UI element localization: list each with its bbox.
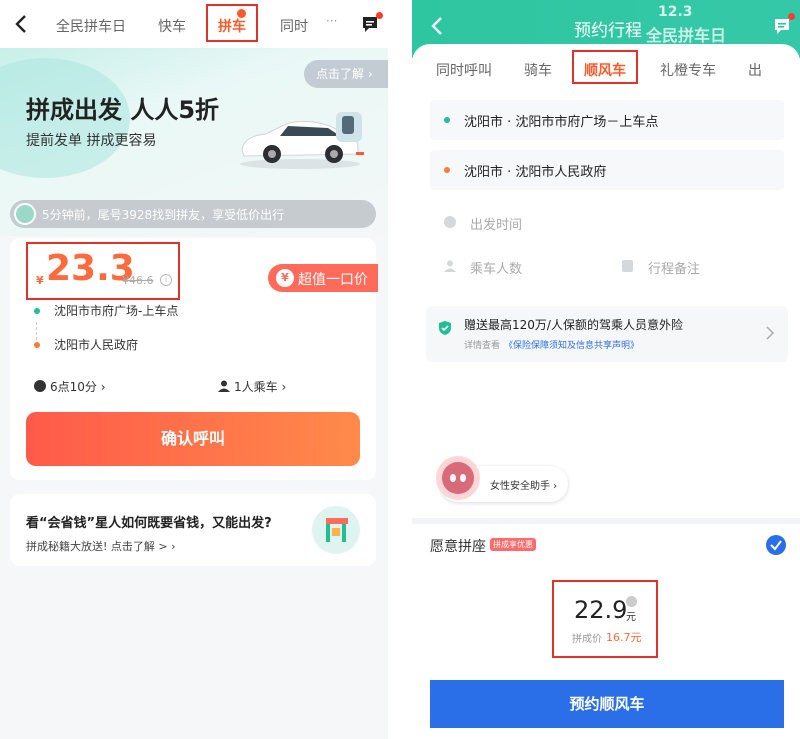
pickup-dot (34, 308, 40, 314)
note-icon (622, 260, 633, 272)
currency-symbol: ¥ (36, 274, 44, 287)
pooled-price-value: 16.7元 (606, 631, 642, 644)
price-unit: 元 (626, 612, 636, 623)
insurance-detail-label: 详情查看 (464, 341, 501, 351)
tab-express[interactable]: 快车 (158, 16, 186, 36)
person-icon (444, 260, 456, 272)
pickup-address: 沈阳市市府广场-上车点 (54, 304, 179, 318)
shield-icon (438, 320, 452, 336)
back-icon[interactable] (14, 14, 28, 34)
carpool-tag: 拼成享优惠 (490, 538, 536, 551)
pooled-price-label: 拼成价 (572, 634, 602, 645)
departure-time-field[interactable]: 出发时间 (470, 214, 522, 233)
destination-field[interactable]: 沈阳市 · 沈阳市人民政府 (430, 150, 784, 190)
dropoff-dot (34, 342, 40, 348)
trip-form: 沈阳市 · 沈阳市市府广场－上车点 沈阳市 · 沈阳市人民政府 出发时间 乘车人… (412, 94, 800, 518)
pickup-text: 沈阳市 · 沈阳市市府广场－上车点 (464, 115, 659, 130)
book-hitch-button[interactable]: 预约顺风车 (430, 680, 784, 728)
pickup-field[interactable]: 沈阳市 · 沈阳市市府广场－上车点 (430, 100, 784, 140)
tab-simultaneous[interactable]: 同时 (280, 16, 308, 36)
right-screen: 预约行程 12.3 全民拼车日 同时呼叫 骑车 顺风车 礼橙专车 出 沈阳市 ·… (412, 0, 800, 739)
service-tabs: 同时呼叫 骑车 顺风车 礼橙专车 出 (412, 44, 800, 94)
tab-carpool-day[interactable]: 全民拼车日 (56, 16, 126, 36)
notes-field[interactable]: 行程备注 (648, 258, 700, 277)
person-icon (218, 380, 230, 392)
badge-dot (237, 9, 246, 18)
learn-more-button[interactable]: 点击了解 › (304, 60, 388, 88)
carpool-option[interactable]: 愿意拼座 拼成享优惠 (412, 524, 800, 568)
promo-icon (312, 506, 360, 554)
tab-bike[interactable]: 骑车 (524, 60, 552, 80)
avatar (14, 203, 36, 225)
passenger-count[interactable]: 1人乘车 › (234, 378, 286, 395)
page-title: 预约行程 (574, 21, 642, 41)
promo-title: 看“会省钱”星人如何既要省钱，又能出发? (26, 516, 272, 531)
tab-taxi[interactable]: 出 (748, 60, 762, 80)
more-icon[interactable]: ··· (326, 14, 337, 28)
fixed-price-badge: ¥ 超值一口价 (268, 264, 378, 292)
fixed-price-label: 超值一口价 (298, 272, 368, 288)
insurance-title: 赠送最高120万/人保额的驾乘人员意外险 (464, 318, 683, 332)
tab-premier[interactable]: 礼橙专车 (660, 60, 716, 80)
promo-subtitle: 拼成秘籍大放送! 点击了解 > › (26, 540, 176, 553)
price-section: 22.9 元 拼成价 16.7元 预约顺风车 (412, 568, 800, 739)
insurance-banner[interactable]: 赠送最高120万/人保额的驾乘人员意外险 详情查看 《保险保障须知及信息共享声明… (426, 306, 788, 362)
checkbox-checked[interactable] (766, 535, 786, 555)
car-illustration (236, 104, 366, 170)
info-icon[interactable]: i (160, 274, 172, 286)
price-card: ¥ 23.3 ¥46.6 i ¥ 超值一口价 沈阳市市府广场-上车点 沈阳市人民… (10, 238, 378, 480)
promo-card[interactable]: 看“会省钱”星人如何既要省钱，又能出发? 拼成秘籍大放送! 点击了解 > › (10, 494, 376, 566)
tab-simultaneous-call[interactable]: 同时呼叫 (436, 60, 492, 80)
safety-assistant-label: 女性安全助手 › (490, 481, 558, 492)
destination-text: 沈阳市 · 沈阳市人民政府 (464, 165, 607, 180)
tab-hitch[interactable]: 顺风车 (584, 60, 626, 80)
notice-bar: 5分钟前，尾号3928找到拼友，享受低价出行 (10, 200, 376, 228)
tab-carpool[interactable]: 拼车 (218, 16, 246, 36)
dropoff-address: 沈阳市人民政府 (54, 338, 139, 352)
left-screen: 全民拼车日 快车 拼车 同时 ··· 点击了解 › 拼成出发 人人5折 提前发单… (0, 0, 388, 739)
event-date: 12.3 (658, 4, 693, 20)
confirm-call-button[interactable]: 确认呼叫 (26, 412, 360, 466)
yen-icon: ¥ (276, 269, 294, 287)
info-icon[interactable] (626, 596, 637, 607)
chevron-right-icon (766, 326, 774, 340)
carpool-label: 愿意拼座 (430, 539, 486, 555)
original-price: ¥46.6 (122, 274, 154, 287)
top-nav: 全民拼车日 快车 拼车 同时 ··· (0, 0, 388, 48)
clock-icon (444, 216, 456, 228)
back-icon[interactable] (430, 16, 444, 36)
insurance-link[interactable]: 《保险保障须知及信息共享声明》 (504, 338, 639, 351)
notice-text: 5分钟前，尾号3928找到拼友，享受低价出行 (42, 208, 285, 222)
departure-time[interactable]: 6点10分 › (50, 378, 106, 395)
event-name: 全民拼车日 (646, 26, 727, 45)
passenger-field[interactable]: 乘车人数 (470, 258, 522, 277)
clock-icon (34, 380, 46, 392)
assistant-avatar[interactable] (436, 456, 480, 500)
price-value: 22.9 (574, 596, 628, 624)
hero-title: 拼成出发 人人5折 (26, 96, 220, 124)
hero-subtitle: 提前发单 拼成更容易 (26, 133, 157, 149)
